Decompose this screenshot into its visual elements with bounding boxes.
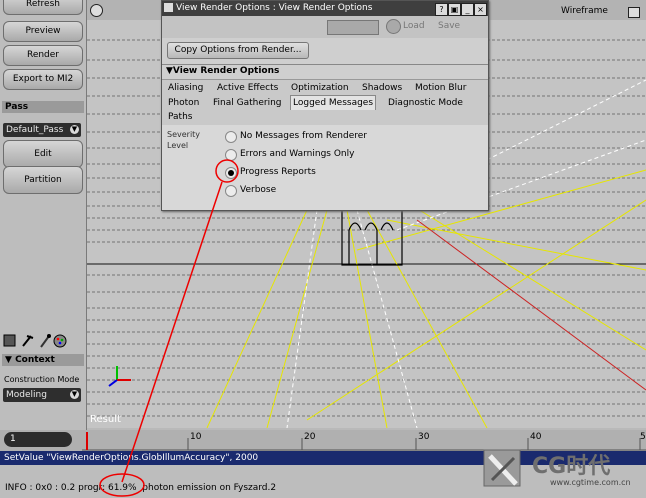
partition-button[interactable]: Partition — [3, 166, 83, 194]
context-header-label: Context — [15, 355, 55, 365]
logged-messages-panel: Severity Level No Messages from Renderer… — [162, 125, 488, 210]
context-header: ▼ Context — [2, 354, 84, 366]
tab-active-effects[interactable]: Active Effects — [217, 81, 278, 95]
pass-select-value: Default_Pass — [6, 125, 64, 135]
tick-label: 20 — [304, 432, 316, 442]
preview-button[interactable]: Preview — [3, 21, 83, 42]
help-icon[interactable]: ? — [435, 3, 448, 16]
severity-label: Severity Level — [167, 130, 201, 150]
option-no-messages[interactable]: No Messages from Renderer — [240, 130, 367, 142]
radio-verbose[interactable] — [225, 185, 237, 197]
lock-icon[interactable]: ▣ — [448, 3, 461, 16]
tab-logged-messages[interactable]: Logged Messages — [290, 95, 377, 110]
context-arrow-icon: ▼ — [5, 355, 16, 365]
section-header[interactable]: ▼View Render Options — [166, 66, 279, 76]
brush-icon — [40, 334, 51, 348]
section-title: View Render Options — [172, 66, 280, 76]
tab-optimization[interactable]: Optimization — [291, 81, 349, 95]
tab-final-gathering[interactable]: Final Gathering — [213, 96, 281, 110]
construction-mode-select[interactable]: Modeling ▼ — [3, 388, 81, 402]
tab-motion-blur[interactable]: Motion Blur — [415, 81, 466, 95]
tick-label: 30 — [418, 432, 430, 442]
render-button[interactable]: Render — [3, 45, 83, 66]
option-errors-warnings[interactable]: Errors and Warnings Only — [240, 148, 354, 160]
tick-label: 10 — [190, 432, 202, 442]
dialog-toolbar: Load Save — [162, 16, 488, 38]
pass-header: Pass — [2, 101, 84, 113]
watermark: CG时代 www.cgtime.com.cn — [478, 444, 646, 498]
preset-arrows-icon[interactable] — [327, 20, 379, 35]
radio-errors-warnings[interactable] — [225, 149, 237, 161]
minimize-icon[interactable]: _ — [461, 3, 474, 16]
chevron-down-icon: ▼ — [70, 125, 79, 134]
viewport-menu-icon[interactable] — [90, 4, 103, 17]
logo-url: www.cgtime.com.cn — [550, 478, 631, 487]
section-arrow-icon: ▼ — [166, 66, 173, 76]
save-button[interactable]: Save — [438, 21, 460, 31]
radio-progress-reports[interactable] — [225, 167, 237, 179]
divider — [162, 64, 488, 65]
view-mode-label[interactable]: Wireframe — [561, 6, 608, 16]
option-progress-reports[interactable]: Progress Reports — [240, 166, 316, 178]
refresh-button[interactable]: Refresh — [3, 0, 83, 15]
command-text: SetValue "ViewRenderOptions.GlobIllumAcc… — [4, 453, 259, 463]
radio-no-messages[interactable] — [225, 131, 237, 143]
wrench-icon — [22, 335, 34, 347]
result-label: Result — [90, 414, 121, 425]
view-render-options-dialog: View Render Options : View Render Option… — [161, 0, 489, 211]
pass-select[interactable]: Default_Pass ▼ — [3, 123, 81, 137]
tab-shadows[interactable]: Shadows — [362, 81, 402, 95]
tab-paths[interactable]: Paths — [168, 110, 192, 124]
dialog-title: View Render Options : View Render Option… — [176, 3, 373, 13]
chevron-down-icon: ▼ — [70, 390, 79, 399]
dialog-title-bar[interactable]: View Render Options : View Render Option… — [162, 1, 488, 16]
current-frame-field[interactable]: 1 — [4, 432, 72, 447]
export-button[interactable]: Export to MI2 — [3, 69, 83, 90]
palette-icon — [53, 334, 67, 348]
tool-icons — [3, 333, 83, 349]
construction-mode-value: Modeling — [6, 390, 47, 400]
close-icon[interactable]: × — [474, 3, 487, 16]
left-panel: Refresh Preview Render Export to MI2 Pas… — [0, 0, 87, 430]
edit-button[interactable]: Edit — [3, 140, 83, 168]
tick-label: 40 — [530, 432, 542, 442]
tick-label: 5 — [640, 432, 646, 442]
option-verbose[interactable]: Verbose — [240, 184, 276, 196]
logo-text: CG时代 — [532, 454, 611, 479]
construction-mode-label: Construction Mode — [4, 375, 80, 384]
cube-icon — [3, 334, 16, 347]
copy-options-button[interactable]: Copy Options from Render... — [167, 42, 309, 59]
tab-bar: Aliasing Active Effects Optimization Sha… — [162, 79, 488, 126]
axis-gizmo — [108, 366, 131, 387]
status-text: INFO : 0x0 : 0.2 progr: 61.9% photon emi… — [5, 483, 277, 493]
logo-icon — [483, 449, 521, 487]
maximize-icon[interactable] — [628, 7, 640, 18]
dialog-menu-icon[interactable] — [164, 3, 173, 12]
tab-aliasing[interactable]: Aliasing — [168, 81, 203, 95]
load-button[interactable]: Load — [403, 21, 425, 31]
key-icon[interactable] — [386, 19, 401, 34]
tab-diagnostic-mode[interactable]: Diagnostic Mode — [388, 96, 463, 110]
tab-photon[interactable]: Photon — [168, 96, 199, 110]
